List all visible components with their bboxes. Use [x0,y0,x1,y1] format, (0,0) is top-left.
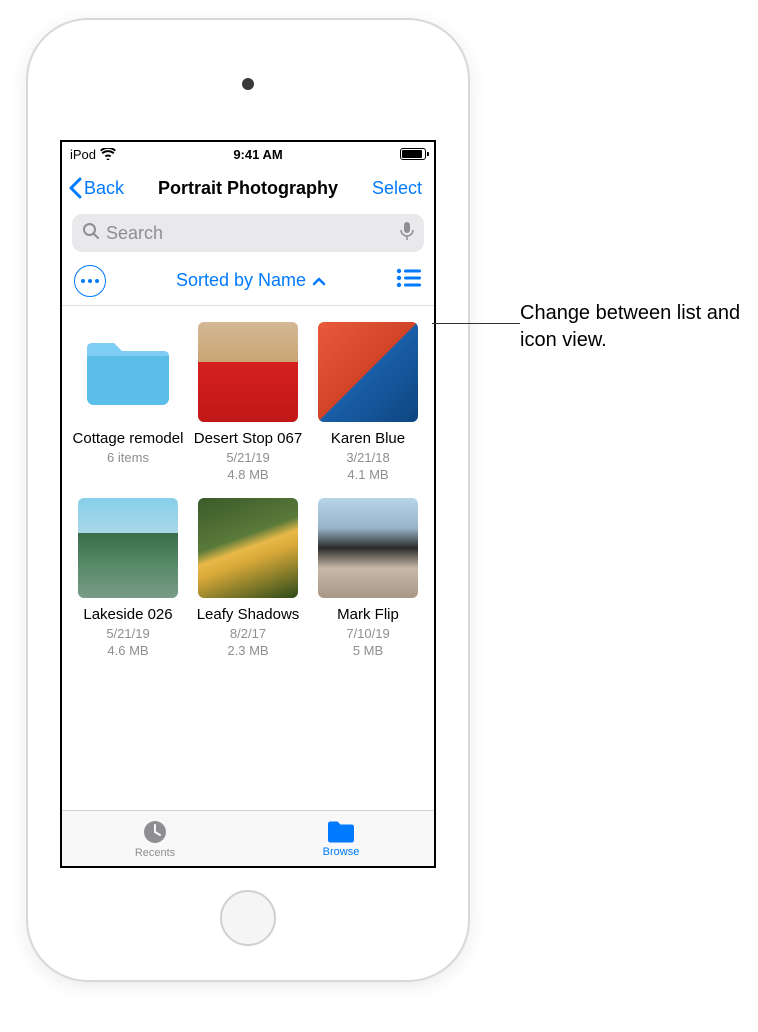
status-time: 9:41 AM [233,147,282,162]
sort-label: Sorted by Name [176,270,306,291]
file-grid: Cottage remodel 6 items Desert Stop 067 … [72,322,424,660]
toolbar: Sorted by Name [62,256,434,306]
back-button[interactable]: Back [68,177,124,199]
tab-bar: Recents Browse [62,810,434,866]
folder-icon [78,322,178,422]
sort-button[interactable]: Sorted by Name [176,270,326,291]
callout-line [432,323,520,324]
tab-label: Recents [135,847,175,859]
front-camera [242,78,254,90]
grid-item[interactable]: Karen Blue 3/21/18 4.1 MB [312,322,424,484]
content-area[interactable]: Cottage remodel 6 items Desert Stop 067 … [62,306,434,810]
grid-item[interactable]: Lakeside 026 5/21/19 4.6 MB [72,498,184,660]
item-meta: 8/2/17 2.3 MB [227,626,268,660]
thumbnail [78,498,178,598]
more-button[interactable] [74,265,106,297]
tab-label: Browse [323,846,360,858]
search-icon [82,222,100,245]
item-meta: 5/21/19 4.8 MB [226,450,269,484]
grid-item[interactable]: Desert Stop 067 5/21/19 4.8 MB [192,322,304,484]
back-label: Back [84,178,124,199]
item-name: Lakeside 026 [83,606,172,624]
item-name: Desert Stop 067 [194,430,302,448]
grid-item[interactable]: Leafy Shadows 8/2/17 2.3 MB [192,498,304,660]
tab-browse[interactable]: Browse [248,811,434,866]
tab-recents[interactable]: Recents [62,811,248,866]
item-name: Cottage remodel [73,430,184,448]
search-input[interactable] [106,223,394,244]
battery-icon [400,148,426,160]
device-frame: iPod 9:41 AM Back Portrait Photography S… [28,20,468,980]
ellipsis-icon [81,279,99,283]
folder-icon [326,819,356,845]
device-label: iPod [70,147,96,162]
thumbnail [318,498,418,598]
status-bar: iPod 9:41 AM [62,142,434,166]
page-title: Portrait Photography [158,178,338,199]
item-meta: 6 items [107,450,149,467]
chevron-up-icon [312,276,326,286]
item-name: Karen Blue [331,430,405,448]
thumbnail [318,322,418,422]
device-inner: iPod 9:41 AM Back Portrait Photography S… [40,32,456,968]
grid-item-folder[interactable]: Cottage remodel 6 items [72,322,184,484]
home-button[interactable] [220,890,276,946]
battery-fill [402,150,422,158]
search-bar[interactable] [72,214,424,252]
item-meta: 5/21/19 4.6 MB [106,626,149,660]
item-meta: 3/21/18 4.1 MB [346,450,389,484]
mic-icon[interactable] [400,221,414,246]
screen: iPod 9:41 AM Back Portrait Photography S… [60,140,436,868]
item-meta: 7/10/19 5 MB [346,626,389,660]
select-button[interactable]: Select [372,178,428,199]
item-name: Leafy Shadows [197,606,300,624]
grid-item[interactable]: Mark Flip 7/10/19 5 MB [312,498,424,660]
list-icon [396,268,422,288]
thumbnail [198,322,298,422]
wifi-icon [100,148,116,160]
chevron-left-icon [68,177,82,199]
status-left: iPod [70,147,116,162]
thumbnail [198,498,298,598]
clock-icon [141,818,169,846]
item-name: Mark Flip [337,606,399,624]
list-view-button[interactable] [396,268,422,293]
callout-text: Change between list and icon view. [520,300,750,354]
nav-bar: Back Portrait Photography Select [62,166,434,210]
